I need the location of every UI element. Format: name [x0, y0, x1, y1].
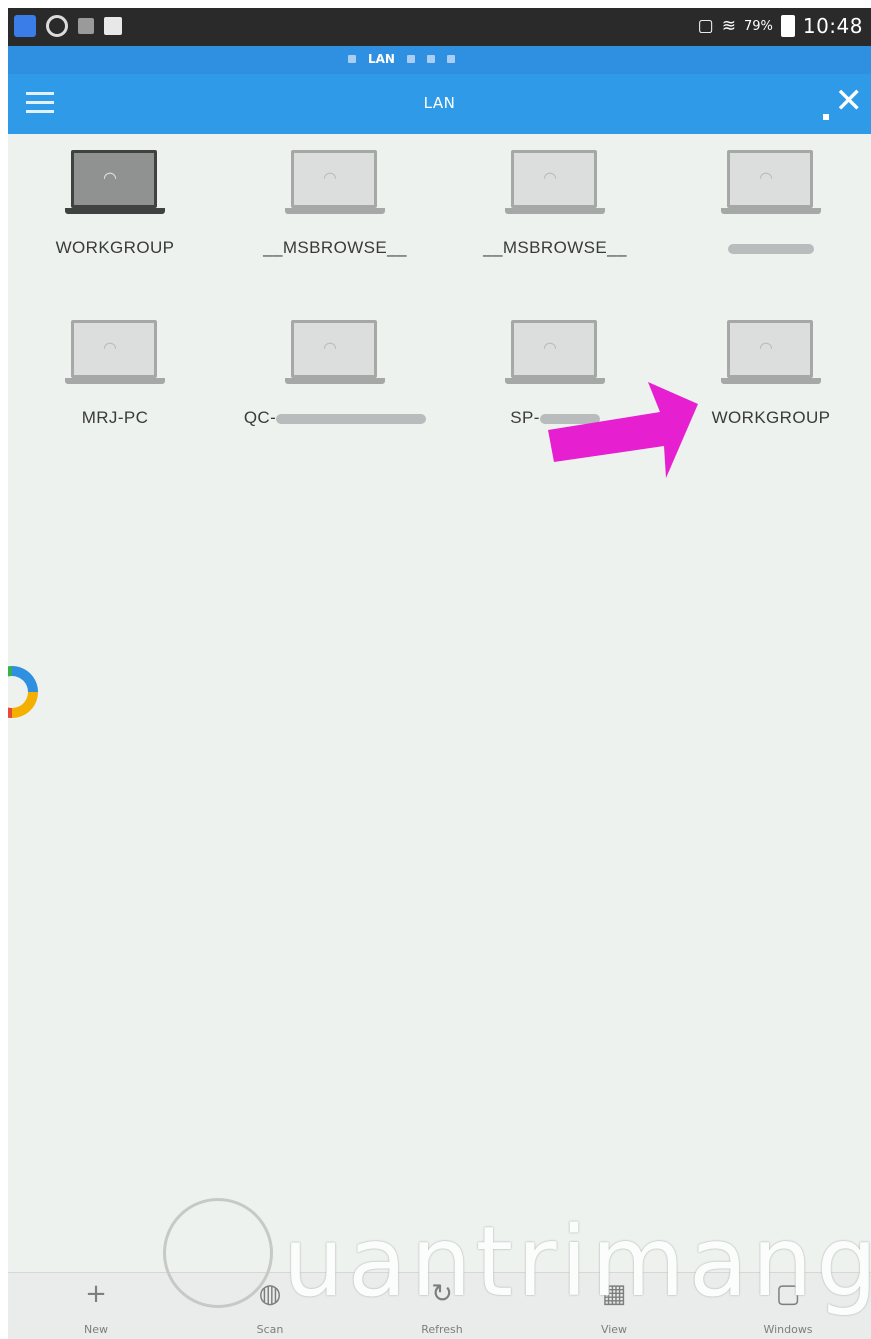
wifi-icon: ◠: [543, 168, 557, 187]
wifi-signal-icon: ≋: [721, 16, 736, 36]
device-label: __MSBROWSE__: [483, 238, 627, 257]
watermark-text: uantrimang: [283, 1206, 871, 1318]
watermark: uantrimang: [163, 1198, 871, 1318]
close-icon[interactable]: ✕: [835, 84, 864, 118]
tab-indicator-icon[interactable]: [446, 55, 455, 63]
tab-indicator-icon[interactable]: [426, 55, 435, 63]
wifi-icon: ◠: [323, 168, 337, 187]
redacted-text: [728, 243, 814, 254]
app-screen: ▢ ≋ 79% 10:48 LAN LAN ✕ ◠ WORKGROUP ◠ __…: [8, 8, 871, 1339]
screen-rotation-icon: ▢: [697, 16, 714, 36]
status-system: ▢ ≋ 79% 10:48: [698, 14, 863, 38]
laptop-icon: ◠: [721, 150, 821, 220]
new-button[interactable]: + New: [46, 1279, 146, 1337]
wifi-icon: ◠: [543, 338, 557, 357]
device-label: WORKGROUP: [55, 238, 175, 257]
laptop-icon: ◠: [285, 150, 385, 220]
window-tab-strip: LAN: [8, 46, 871, 74]
device-label: MRJ-PC: [81, 408, 149, 427]
lightbulb-icon: [163, 1198, 273, 1308]
tab-indicator-icon[interactable]: [406, 55, 415, 63]
device-label: __MSBROWSE__: [263, 238, 407, 257]
status-bar: ▢ ≋ 79% 10:48: [8, 8, 871, 46]
plus-icon: +: [85, 1279, 107, 1309]
resize-handle-icon[interactable]: [823, 114, 829, 120]
laptop-icon: ◠: [721, 320, 821, 390]
app-toolbar: LAN ✕: [8, 74, 871, 134]
page-title: LAN: [423, 94, 456, 112]
device-item-redacted[interactable]: ◠: [666, 136, 871, 286]
device-item-msbrowse[interactable]: ◠ __MSBROWSE__: [450, 136, 660, 286]
home-tab-icon[interactable]: [348, 55, 356, 63]
device-label: [728, 238, 814, 258]
android-icon: [78, 18, 94, 34]
floating-assistant-icon[interactable]: [8, 666, 38, 718]
status-notifications: [14, 15, 122, 37]
annotation-arrow-icon: [548, 382, 698, 478]
wifi-icon: ◠: [103, 168, 117, 187]
laptop-icon: ◠: [65, 150, 165, 220]
linkedin-icon: [104, 17, 122, 35]
battery-icon: [780, 15, 795, 37]
clock: 10:48: [802, 14, 863, 38]
device-label: WORKGROUP: [711, 408, 831, 427]
app-notification-icon: [14, 15, 36, 37]
wifi-icon: ◠: [323, 338, 337, 357]
device-label: QC-: [244, 408, 427, 428]
laptop-icon: ◠: [505, 150, 605, 220]
device-item-mrj-pc[interactable]: ◠ MRJ-PC: [10, 306, 220, 456]
device-item-qc[interactable]: ◠ QC-: [230, 306, 440, 456]
wifi-icon: ◠: [103, 338, 117, 357]
device-item-msbrowse[interactable]: ◠ __MSBROWSE__: [230, 136, 440, 286]
redacted-text: [276, 413, 427, 424]
laptop-icon: ◠: [285, 320, 385, 390]
tab-lan[interactable]: LAN: [368, 52, 395, 66]
wifi-icon: ◠: [759, 338, 773, 357]
viber-icon: [46, 15, 68, 37]
battery-percent: 79%: [743, 18, 773, 34]
device-item-workgroup[interactable]: ◠ WORKGROUP: [10, 136, 220, 286]
wifi-icon: ◠: [759, 168, 773, 187]
laptop-icon: ◠: [65, 320, 165, 390]
